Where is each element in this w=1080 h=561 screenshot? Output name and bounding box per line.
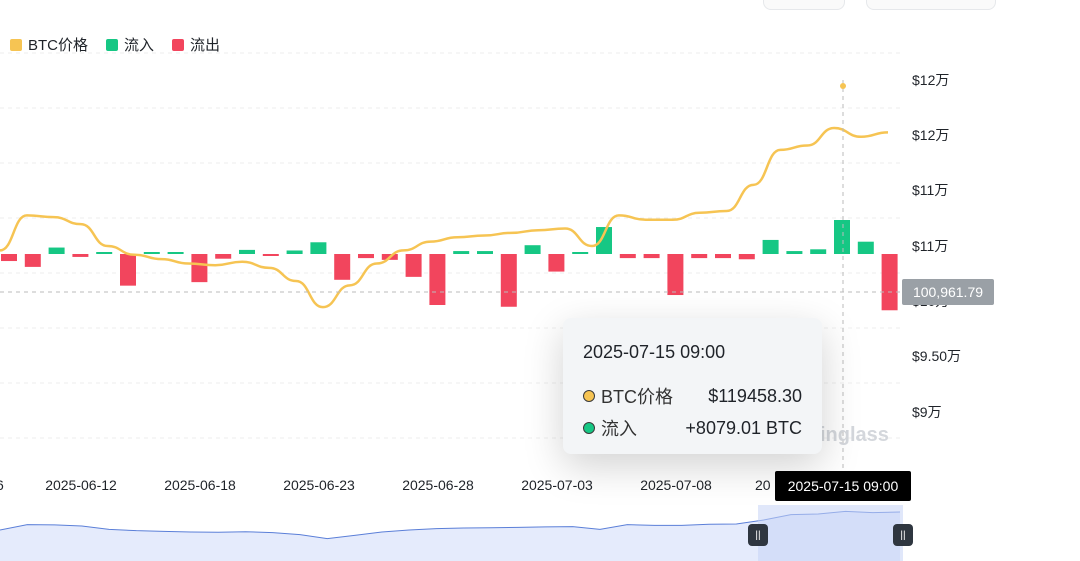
range-navigator[interactable]	[0, 500, 1080, 561]
tooltip-row-price: BTC价格 $119458.30	[583, 383, 802, 409]
y-tick-label: $11万	[912, 182, 948, 198]
x-tick-label-partial: 20	[755, 477, 771, 493]
tooltip-flow-label: 流入	[601, 419, 637, 439]
crosshair-x-label: 2025-07-15 09:00	[775, 471, 911, 501]
x-tick-label: 2025-07-08	[640, 477, 712, 493]
inflow-bar	[477, 251, 493, 254]
flow-bars	[1, 220, 898, 311]
watermark: inglass	[820, 424, 889, 446]
tooltip-date: 2025-07-15 09:00	[583, 342, 726, 362]
outflow-bar	[619, 254, 636, 259]
x-tick-label: 2025-06-12	[45, 477, 117, 493]
inflow-bar	[96, 252, 113, 254]
x-tick-label: 2025-06-18	[164, 477, 236, 493]
tooltip-price-label: BTC价格	[601, 387, 673, 407]
outflow-bar	[881, 254, 898, 311]
tooltip-price-value: $119458.30	[708, 385, 802, 406]
outflow-bar	[548, 254, 565, 272]
tooltip-flow-label-wrap: 流入	[583, 415, 637, 441]
outflow-bar	[738, 254, 755, 260]
inflow-bar	[524, 245, 541, 254]
tooltip: 2025-07-15 09:00 BTC价格 $119458.30 流入 +80…	[563, 318, 822, 454]
x-tick-label: 2025-06-23	[283, 477, 355, 493]
inflow-bar	[857, 241, 874, 254]
x-tick-label: 2025-07-03	[521, 477, 593, 493]
y-tick-label: $12万	[912, 72, 949, 88]
outflow-bar	[24, 254, 41, 267]
outflow-bar	[429, 254, 446, 305]
y-axis-ticks: $12万$12万$11万$11万$10万$9.50万$9万	[912, 72, 961, 420]
outflow-bar	[405, 254, 422, 277]
x-axis-ticks: 2025-06-12 2025-06-18 2025-06-23 2025-06-28…	[0, 477, 771, 493]
inflow-bar	[167, 252, 184, 254]
outflow-bar	[262, 254, 279, 256]
navigator-handle-right[interactable]: ||	[893, 524, 913, 546]
inflow-bar	[48, 247, 65, 254]
inflow-bar	[310, 242, 327, 254]
outflow-bar	[691, 254, 708, 259]
inflow-bar	[453, 251, 470, 254]
outflow-bar	[715, 254, 731, 259]
tooltip-price-dot	[583, 390, 595, 402]
outflow-bar	[215, 254, 232, 259]
outflow-bar	[643, 254, 660, 259]
navigator-selection	[758, 505, 903, 561]
inflow-bar	[286, 250, 303, 254]
outflow-bar	[334, 254, 351, 280]
outflow-bar	[667, 254, 684, 296]
inflow-bar	[239, 249, 255, 254]
x-tick-label-partial: 6	[0, 477, 4, 493]
crosshair-point	[840, 83, 846, 89]
tooltip-flow-value: +8079.01 BTC	[685, 417, 802, 438]
tooltip-row-flow: 流入 +8079.01 BTC	[583, 415, 802, 441]
inflow-bar	[762, 239, 779, 254]
inflow-bar	[143, 252, 160, 254]
outflow-bar	[1, 254, 17, 262]
y-tick-label: $9万	[912, 404, 942, 420]
y-tick-label: $9.50万	[912, 348, 961, 364]
tooltip-price-label-wrap: BTC价格	[583, 383, 673, 409]
outflow-bar	[120, 254, 136, 286]
inflow-bar	[810, 249, 827, 254]
outflow-bar	[500, 254, 517, 307]
inflow-bar	[786, 251, 803, 254]
tooltip-flow-dot	[583, 422, 595, 434]
inflow-bar	[834, 220, 850, 254]
inflow-bar	[572, 252, 589, 254]
outflow-bar	[358, 254, 374, 259]
outflow-bar	[191, 254, 208, 283]
crosshair-y-label: 100,961.79	[902, 279, 994, 305]
y-tick-label: $11万	[912, 238, 948, 254]
x-tick-label: 2025-06-28	[402, 477, 474, 493]
navigator-handle-left[interactable]: ||	[748, 524, 768, 546]
outflow-bar	[72, 254, 89, 257]
y-tick-label: $12万	[912, 127, 949, 143]
